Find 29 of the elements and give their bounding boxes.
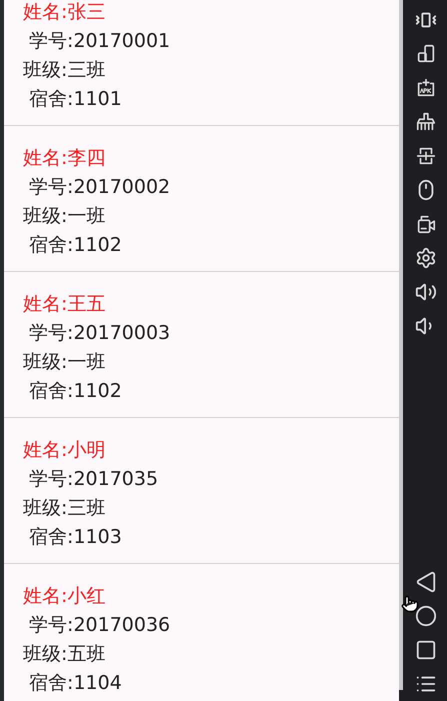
student-name: 姓名:张三: [23, 0, 106, 25]
broom-icon[interactable]: [414, 111, 436, 133]
student-id: 学号:20170002: [28, 175, 170, 200]
student-class: 班级:一班: [23, 204, 106, 229]
student-dorm: 宿舍:1104: [28, 671, 122, 696]
student-dorm: 宿舍:1102: [28, 233, 122, 258]
student-class: 班级:三班: [23, 496, 106, 521]
volume-up-icon[interactable]: [414, 281, 436, 303]
student-name: 姓名:王五: [23, 292, 106, 317]
student-name: 姓名:李四: [23, 146, 106, 171]
recents-icon[interactable]: [414, 639, 436, 661]
student-id: 学号:20170036: [28, 613, 170, 638]
student-class: 班级:五班: [23, 642, 106, 667]
screen-capture-icon[interactable]: [414, 145, 436, 167]
home-icon[interactable]: [414, 605, 436, 627]
scrollbar[interactable]: [399, 0, 403, 690]
hand-cursor-icon: [401, 594, 419, 614]
student-id: 学号:20170001: [28, 29, 170, 54]
student-name: 姓名:小明: [23, 438, 106, 463]
back-icon[interactable]: [414, 571, 436, 593]
student-id: 学号:2017035: [28, 467, 158, 492]
student-dorm: 宿舍:1102: [28, 379, 122, 404]
student-id: 学号:20170003: [28, 321, 170, 346]
student-name: 姓名:小红: [23, 584, 106, 609]
settings-icon[interactable]: [414, 247, 436, 269]
student-class: 班级:三班: [23, 58, 106, 83]
student-dorm: 宿舍:1101: [28, 87, 122, 112]
student-class: 班级:一班: [23, 350, 106, 375]
student-dorm: 宿舍:1103: [28, 525, 122, 550]
